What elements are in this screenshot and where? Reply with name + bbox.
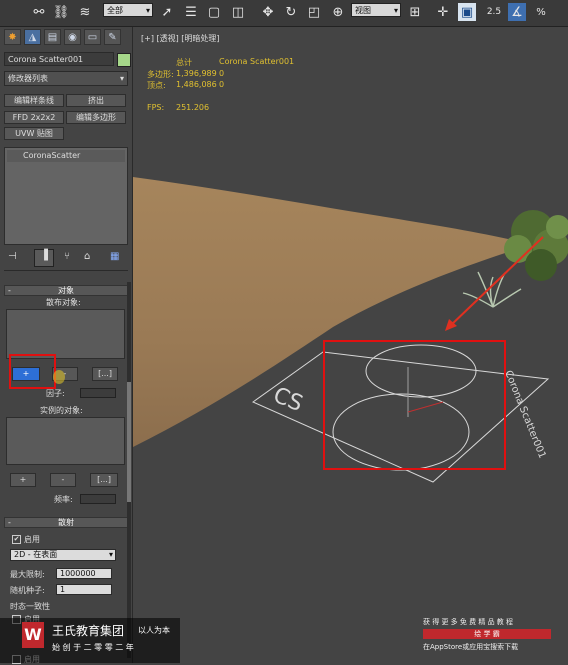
polys-label: 多边形: <box>147 70 174 79</box>
promo-line-2: 绘 学 霸 <box>423 629 551 639</box>
factor-spinner[interactable] <box>80 388 116 398</box>
objects-rollout-header[interactable]: - 对象 <box>4 285 128 296</box>
command-panel: ✸ ◮ ▤ ◉ ▭ ✎ Corona Scatter001 修改器列表 ▾ 编辑样… <box>0 27 133 664</box>
random-seed-label: 随机种子: <box>10 586 45 595</box>
stack-item-coronascatter[interactable]: CoronaScatter <box>7 150 125 162</box>
polys-object: 0 <box>219 69 225 78</box>
hierarchy-tab[interactable]: ▤ <box>44 29 61 45</box>
verts-label: 顶点: <box>147 81 166 90</box>
percent-snap-icon[interactable]: % <box>532 3 550 21</box>
verts-object: 0 <box>219 80 225 89</box>
shrub <box>504 210 568 281</box>
select-manipulate-icon[interactable]: ✛ <box>434 3 452 21</box>
edit-spline-button[interactable]: 编辑样条线 <box>4 94 64 107</box>
select-by-name-icon[interactable]: ☰ <box>182 3 200 21</box>
promo-watermark: 获 得 更 多 免 费 精 品 教 程 绘 学 霸 在AppStore或应用宝搜… <box>423 617 553 657</box>
stats-object-header: Corona Scatter001 <box>219 57 295 66</box>
show-end-result-icon[interactable]: ▐ <box>34 249 54 267</box>
frequency-label: 频率: <box>54 495 73 504</box>
scatter-enable-checkbox[interactable]: ✔ <box>12 535 21 544</box>
object-color-swatch[interactable] <box>117 53 131 67</box>
extrude-button[interactable]: 挤出 <box>66 94 126 107</box>
cursor-highlight <box>53 370 65 384</box>
angle-snap-icon[interactable]: ∡ <box>508 3 526 21</box>
window-crossing-icon[interactable]: ◫ <box>229 3 247 21</box>
create-tab[interactable]: ✸ <box>4 29 21 45</box>
command-panel-tabs: ✸ ◮ ▤ ◉ ▭ ✎ <box>2 29 130 45</box>
uvw-map-button[interactable]: UVW 贴图 <box>4 127 64 140</box>
select-icon[interactable]: ➚ <box>158 3 176 21</box>
bind-spacewarp-icon[interactable]: ≋ <box>76 3 94 21</box>
time-consistency-label: 时态一致性 <box>10 602 50 611</box>
brand-tagline: 始 创 于 二 零 零 二 年 <box>52 643 134 652</box>
fps-value: 251.206 <box>176 103 210 112</box>
promo-line-1: 获 得 更 多 免 费 精 品 教 程 <box>423 618 514 626</box>
brand-logo: W <box>22 622 44 648</box>
make-unique-icon[interactable]: ⑂ <box>64 251 70 262</box>
scatter-rollout-header[interactable]: - 散射 <box>4 517 128 528</box>
stats-total-header: 总计 <box>176 58 192 67</box>
modify-tab[interactable]: ◮ <box>24 29 41 45</box>
brand-name: 王氏教育集团 <box>52 624 125 638</box>
edit-poly-button[interactable]: 编辑多边形 <box>66 111 126 124</box>
add-button-highlight <box>9 354 56 389</box>
panel-scrollbar[interactable] <box>127 282 131 658</box>
scatter-mode-dropdown[interactable]: 2D - 在表面 ▾ <box>10 549 116 561</box>
ffd-button[interactable]: FFD 2x2x2 <box>4 111 64 124</box>
utilities-tab[interactable]: ✎ <box>104 29 121 45</box>
factor-label: 因子: <box>46 389 65 398</box>
scatter-enable-label: 启用 <box>24 535 40 544</box>
random-seed-spinner[interactable]: 1 <box>56 584 112 595</box>
polys-total: 1,396,989 <box>176 69 217 78</box>
divider <box>4 270 128 271</box>
promo-line-3: 在AppStore或应用宝搜索下载 <box>423 643 519 651</box>
selection-filter-dropdown[interactable]: 全部 <box>103 3 153 18</box>
snap-icon[interactable]: 2.5 <box>485 3 503 21</box>
reference-coord-dropdown[interactable]: 视图 <box>351 3 401 18</box>
brand-slogan: 以人为本 <box>138 626 170 635</box>
move-icon[interactable]: ✥ <box>259 3 277 21</box>
unlink-icon[interactable]: ⛓ <box>52 3 70 21</box>
fern-plant <box>462 271 522 308</box>
modifier-stack[interactable]: CoronaScatter <box>4 147 128 245</box>
distribute-objects-list[interactable] <box>6 309 125 359</box>
max-limit-label: 最大限制: <box>10 570 45 579</box>
distribute-object-more-button[interactable]: [...] <box>92 367 118 381</box>
add-instance-object-button[interactable]: + <box>10 473 36 487</box>
distribute-objects-label: 散布对象: <box>46 298 81 307</box>
viewport-label[interactable]: [+] [透视] [明暗处理] <box>141 33 220 44</box>
object-name-field[interactable]: Corona Scatter001 <box>4 52 114 66</box>
gizmo-name-text: Corona Scatter001 <box>502 369 547 460</box>
fps-label: FPS: <box>147 103 165 112</box>
motion-tab[interactable]: ◉ <box>64 29 81 45</box>
pivot-icon[interactable]: ⊞ <box>406 3 424 21</box>
instance-object-more-button[interactable]: [...] <box>90 473 118 487</box>
keyboard-shortcut-icon[interactable]: ▣ <box>458 3 476 21</box>
stack-tools: ⊣ ▐ ⑂ ⌂ ▦ <box>6 249 128 267</box>
instance-objects-list[interactable] <box>6 417 125 465</box>
perspective-viewport[interactable]: CS Corona Scatter001 [+] [透视] [明暗处理] 总计 … <box>133 27 568 663</box>
rotate-icon[interactable]: ↻ <box>282 3 300 21</box>
link-icon[interactable]: ⚯ <box>30 3 48 21</box>
frequency-spinner[interactable] <box>80 494 116 504</box>
display-tab[interactable]: ▭ <box>84 29 101 45</box>
pin-stack-icon[interactable]: ⊣ <box>8 251 17 262</box>
remove-instance-object-button[interactable]: - <box>50 473 76 487</box>
instance-objects-label: 实例的对象: <box>40 406 83 415</box>
remove-modifier-icon[interactable]: ⌂ <box>84 251 90 262</box>
main-toolbar: ⚯ ⛓ ≋ 全部 ➚ ☰ ▢ ◫ ✥ ↻ ◰ ⊕ 视图 ⊞ ✛ ▣ 2.5 ∡ … <box>0 0 568 27</box>
brand-watermark: W 王氏教育集团 以人为本 始 创 于 二 零 零 二 年 <box>0 618 180 663</box>
configure-sets-icon[interactable]: ▦ <box>110 251 119 262</box>
gizmo-highlight-box <box>323 340 506 470</box>
modifier-list-dropdown[interactable]: 修改器列表 ▾ <box>4 71 128 86</box>
rect-region-icon[interactable]: ▢ <box>205 3 223 21</box>
scale-icon[interactable]: ◰ <box>305 3 323 21</box>
max-limit-spinner[interactable]: 1000000 <box>56 568 112 579</box>
place-icon[interactable]: ⊕ <box>329 3 347 21</box>
verts-total: 1,486,086 <box>176 80 217 89</box>
